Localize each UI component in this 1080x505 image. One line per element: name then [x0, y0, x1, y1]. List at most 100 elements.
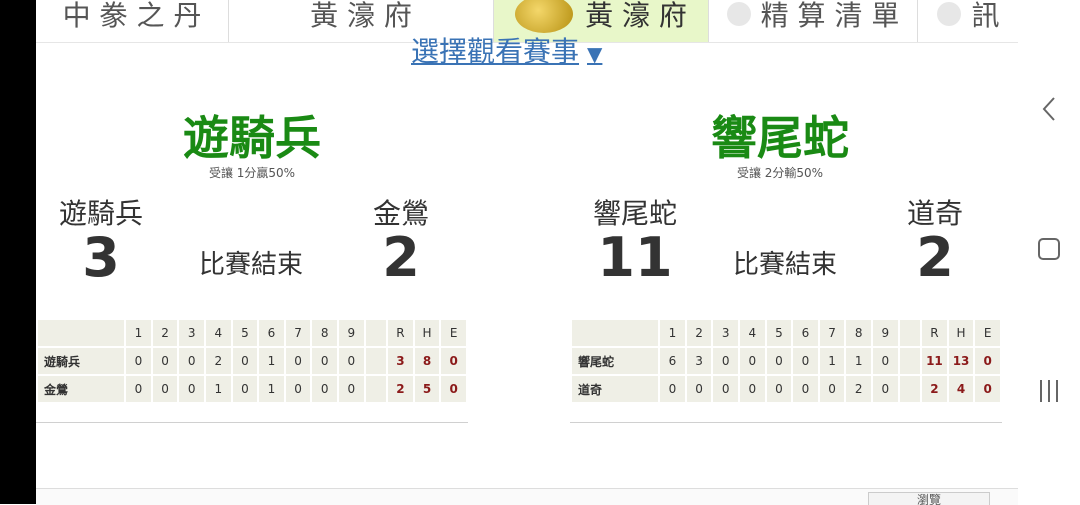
pick-note: 受讓 2分輸50%: [736, 166, 824, 180]
hits-header: H: [948, 320, 974, 346]
hits-total: 13: [948, 348, 974, 374]
inning-score: 6: [660, 348, 685, 374]
box-header-blank: [38, 320, 125, 346]
runs-total: 2: [922, 376, 947, 402]
choose-game-link[interactable]: 選擇觀看賽事 ▼: [411, 30, 602, 70]
tab-5[interactable]: 訊: [917, 0, 1019, 42]
inning-header: 6: [793, 320, 818, 346]
tab-5-label: 訊: [971, 0, 1000, 32]
inning-score: 0: [285, 348, 311, 374]
inning-score: 0: [819, 376, 845, 402]
inning-score: 1: [259, 376, 284, 402]
box-gap: [899, 348, 921, 374]
inning-score: 0: [766, 348, 792, 374]
inning-score: 0: [312, 376, 338, 402]
inning-score: 0: [285, 376, 311, 402]
runs-total: 2: [388, 376, 413, 402]
table-row: 道奇 0 0 0 0 0 0 0 2 0 2 4 0: [572, 376, 1000, 402]
browse-button[interactable]: 瀏覽: [868, 492, 990, 505]
row-team-name: 響尾蛇: [572, 348, 659, 374]
inning-score: 0: [339, 348, 364, 374]
choose-game-label: 選擇觀看賽事: [411, 35, 580, 68]
pick-team-name: 響尾蛇: [711, 111, 849, 165]
inning-score: 0: [873, 376, 898, 402]
hits-total: 5: [414, 376, 440, 402]
recent-apps-bar: [1040, 380, 1042, 402]
divider: [36, 422, 468, 423]
inning-score: 0: [232, 376, 258, 402]
box-score-table: 1 2 3 4 5 6 7 8 9 R H E 響尾蛇 6 3 0 0 0 0 …: [570, 318, 1002, 404]
inning-header: 9: [873, 320, 898, 346]
box-header-row: 1 2 3 4 5 6 7 8 9 R H E: [38, 320, 466, 346]
errors-total: 0: [975, 376, 1000, 402]
away-score: 11: [597, 226, 673, 289]
inning-header: 5: [766, 320, 792, 346]
inning-score: 0: [739, 376, 765, 402]
box-gap: [365, 348, 387, 374]
inning-score: 0: [339, 376, 364, 402]
inning-score: 0: [312, 348, 338, 374]
recent-apps-bar: [1048, 380, 1050, 402]
pick-team-name: 遊騎兵: [183, 111, 321, 165]
errors-header: E: [975, 320, 1000, 346]
runs-header: R: [388, 320, 413, 346]
inning-score: 1: [846, 348, 872, 374]
hits-total: 8: [414, 348, 440, 374]
tab-1-label: 中 豢 之 丹: [62, 0, 202, 32]
inning-header: 6: [259, 320, 284, 346]
game-status: 比賽結束: [198, 250, 303, 280]
inning-header: 5: [232, 320, 258, 346]
inning-header: 9: [339, 320, 364, 346]
team-logo-icon: [515, 0, 574, 33]
runs-total: 11: [922, 348, 947, 374]
runs-header: R: [922, 320, 947, 346]
errors-total: 0: [441, 376, 466, 402]
inning-score: 0: [873, 348, 898, 374]
inning-score: 0: [152, 348, 178, 374]
away-score: 3: [82, 226, 120, 289]
inning-score: 0: [126, 376, 151, 402]
inning-score: 0: [152, 376, 178, 402]
inning-header: 3: [179, 320, 204, 346]
inning-score: 0: [713, 376, 738, 402]
tab-1[interactable]: 中 豢 之 丹: [36, 0, 228, 42]
inning-header: 7: [285, 320, 311, 346]
errors-total: 0: [975, 348, 1000, 374]
inning-score: 0: [179, 348, 204, 374]
row-team-name: 遊騎兵: [38, 348, 125, 374]
inning-score: 1: [819, 348, 845, 374]
box-header-row: 1 2 3 4 5 6 7 8 9 R H E: [572, 320, 1000, 346]
pick-note: 受讓 1分贏50%: [208, 166, 296, 180]
android-nav-bar: [1018, 0, 1080, 504]
box-gap: [899, 320, 921, 346]
divider: [570, 422, 1002, 423]
box-header-blank: [572, 320, 659, 346]
table-row: 金鶯 0 0 0 1 0 1 0 0 0 2 5 0: [38, 376, 466, 402]
inning-score: 0: [739, 348, 765, 374]
inning-header: 2: [152, 320, 178, 346]
hits-header: H: [414, 320, 440, 346]
tab-3-label: 黃 濠 府: [585, 0, 687, 32]
inning-score: 1: [205, 376, 231, 402]
inning-score: 2: [846, 376, 872, 402]
inning-header: 4: [739, 320, 765, 346]
box-gap: [365, 320, 387, 346]
inning-score: 0: [793, 376, 818, 402]
home-icon[interactable]: [1038, 238, 1060, 260]
inning-score: 2: [205, 348, 231, 374]
tab-4[interactable]: 精 算 清 單: [708, 0, 917, 42]
tab-2-label: 黃 濠 府: [310, 0, 412, 32]
hits-total: 4: [948, 376, 974, 402]
box-score-table: 1 2 3 4 5 6 7 8 9 R H E 遊騎兵 0 0 0 2 0 1 …: [36, 318, 468, 404]
inning-header: 7: [819, 320, 845, 346]
errors-header: E: [441, 320, 466, 346]
tab-4-label: 精 算 清 單: [760, 0, 900, 32]
recent-apps-icon[interactable]: [1040, 380, 1058, 402]
inning-header: 8: [846, 320, 872, 346]
row-team-name: 道奇: [572, 376, 659, 402]
home-score: 2: [916, 226, 954, 289]
inning-header: 1: [660, 320, 685, 346]
inning-header: 4: [205, 320, 231, 346]
back-icon[interactable]: [1039, 92, 1059, 126]
inning-score: 0: [793, 348, 818, 374]
